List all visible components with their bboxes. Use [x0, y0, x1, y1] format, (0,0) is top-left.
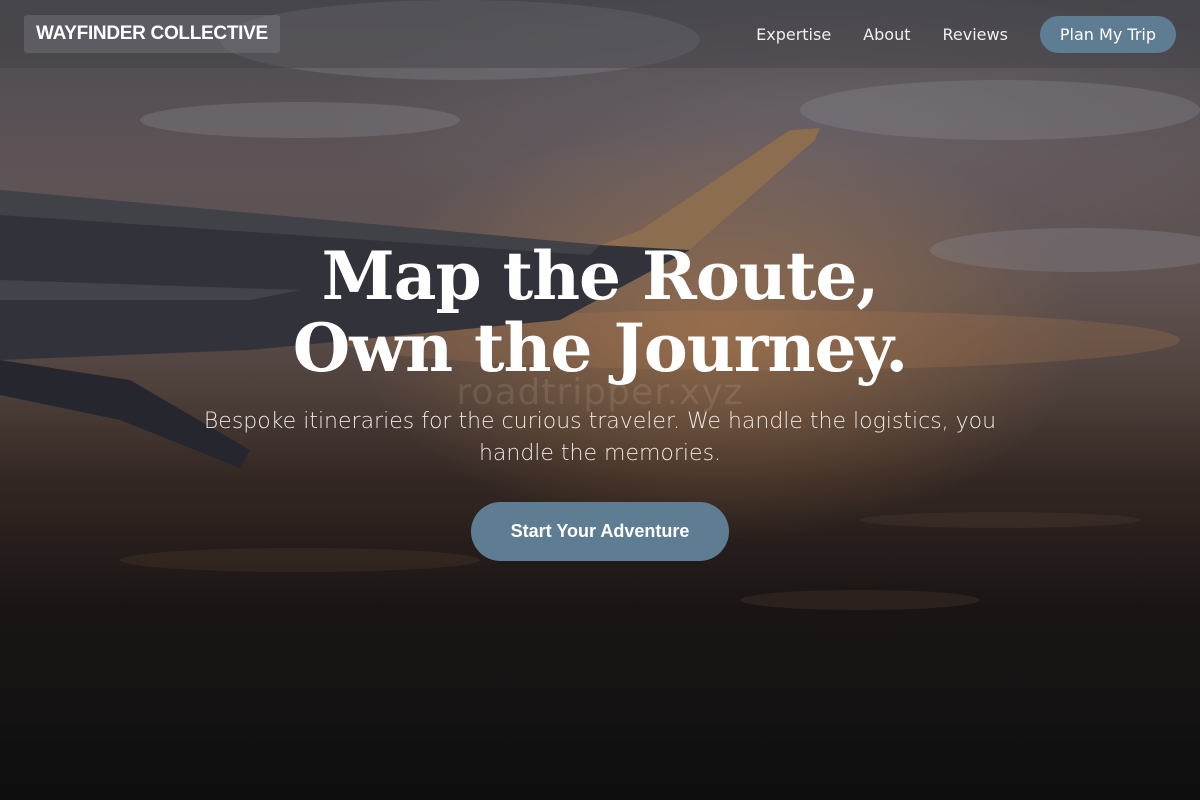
plan-my-trip-button[interactable]: Plan My Trip	[1039, 15, 1176, 53]
nav-link-expertise[interactable]: Expertise	[756, 25, 831, 44]
hero-content: Map the Route, Own the Journey. Bespoke …	[0, 240, 1200, 561]
hero-section: WAYFINDER COLLECTIVE Expertise About Rev…	[0, 0, 1200, 800]
top-navbar: WAYFINDER COLLECTIVE Expertise About Rev…	[0, 0, 1200, 68]
start-adventure-button[interactable]: Start Your Adventure	[470, 502, 730, 561]
nav-links: Expertise About Reviews Plan My Trip	[724, 15, 1176, 53]
brand-logo[interactable]: WAYFINDER COLLECTIVE	[24, 15, 280, 53]
nav-link-about[interactable]: About	[863, 25, 910, 44]
headline-line-1: Map the Route,	[321, 237, 880, 315]
hero-headline: Map the Route, Own the Journey.	[0, 240, 1200, 384]
nav-link-reviews[interactable]: Reviews	[942, 25, 1007, 44]
hero-subtitle: Bespoke itineraries for the curious trav…	[203, 409, 997, 466]
headline-line-2: Own the Journey.	[292, 309, 908, 387]
